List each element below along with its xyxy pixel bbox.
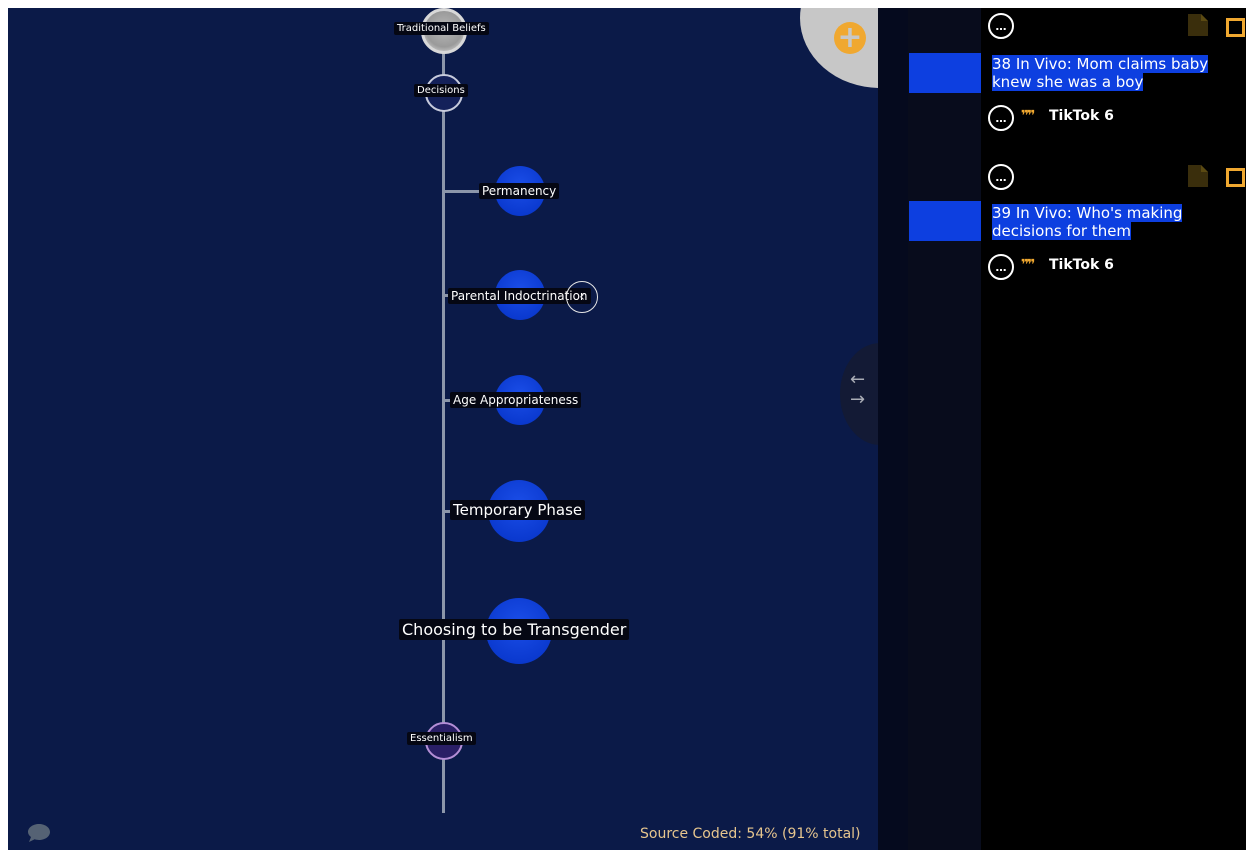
code-1-document-icon[interactable] <box>1187 13 1209 37</box>
node-age-appropriateness-label[interactable]: Age Appropriateness <box>450 392 582 408</box>
arrow-right-icon: → <box>850 389 866 410</box>
code-2-document-icon[interactable] <box>1187 164 1209 188</box>
plus-icon: + <box>837 20 863 55</box>
codes-panel <box>908 8 1246 850</box>
add-node-button[interactable]: + <box>834 22 866 54</box>
node-permanency-label[interactable]: Permanency <box>479 183 560 199</box>
code-1-source-name[interactable]: TikTok 6 <box>1049 108 1114 124</box>
node-choosing-transgender-label[interactable]: Choosing to be Transgender <box>399 619 630 640</box>
code-2-checkbox[interactable] <box>1226 168 1245 187</box>
code-1-quote-icon: ❞❞ <box>1021 108 1036 124</box>
tree-trunk-line <box>442 48 445 813</box>
code-1-title[interactable]: 38 In Vivo: Mom claims baby knew she was… <box>992 55 1238 91</box>
chevron-left-icon: ‹ <box>579 289 585 305</box>
arrow-left-icon: ← <box>850 369 866 390</box>
code-1-menu-icon[interactable]: … <box>988 13 1014 39</box>
codes-list-background <box>981 8 1246 850</box>
code-1-checkbox[interactable] <box>1226 18 1245 37</box>
code-2-source-name[interactable]: TikTok 6 <box>1049 257 1114 273</box>
chat-bubble-icon[interactable] <box>27 823 51 843</box>
code-1-color-swatch <box>909 53 981 93</box>
code-2-source-menu-icon[interactable]: … <box>988 254 1014 280</box>
code-2-title[interactable]: 39 In Vivo: Who's making decisions for t… <box>992 204 1238 240</box>
code-2-menu-icon[interactable]: … <box>988 164 1014 190</box>
node-essentialism-label[interactable]: Essentialism <box>407 732 476 745</box>
source-coded-status: Source Coded: 54% (91% total) <box>640 826 861 842</box>
coding-tree-canvas[interactable]: Traditional Beliefs Decisions Permanency… <box>8 8 878 850</box>
code-2-quote-icon: ❞❞ <box>1021 257 1036 273</box>
collapse-handle[interactable]: ‹ <box>566 281 598 313</box>
node-temporary-phase-label[interactable]: Temporary Phase <box>450 500 586 520</box>
code-2-color-swatch <box>909 201 981 241</box>
code-1-source-menu-icon[interactable]: … <box>988 105 1014 131</box>
swap-arrows-icon[interactable]: ← → <box>850 370 865 410</box>
node-decisions-label[interactable]: Decisions <box>414 84 468 97</box>
panel-divider <box>878 8 908 850</box>
node-traditional-beliefs-label[interactable]: Traditional Beliefs <box>394 22 489 35</box>
